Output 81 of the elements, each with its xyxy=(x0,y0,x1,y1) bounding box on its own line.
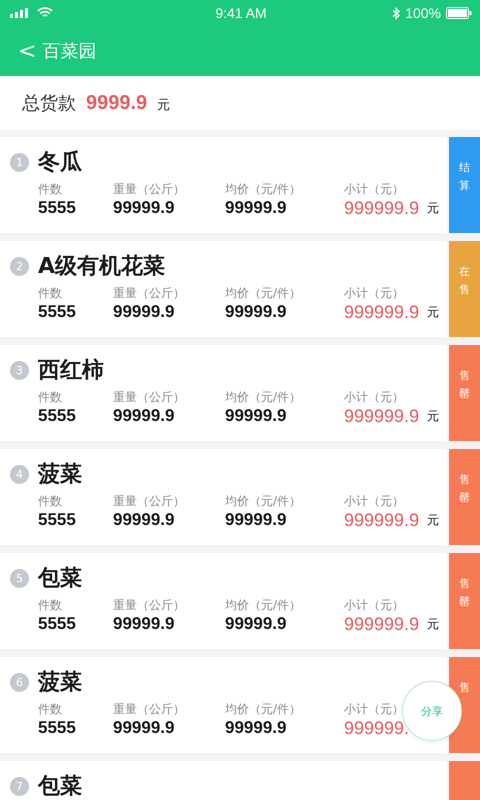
index-badge: 6 xyxy=(10,672,29,692)
weight-value: 99999.9 xyxy=(113,510,176,530)
battery-percent: 100% xyxy=(405,5,441,21)
subtotal-value: 999999.9 xyxy=(344,302,420,323)
index-badge: 4 xyxy=(10,464,29,484)
subtotal-value: 999999.9 xyxy=(344,510,420,531)
item-name: 西红柿 xyxy=(38,357,104,385)
field-label: 均价（元/件） xyxy=(225,285,302,302)
count-value: 5555 xyxy=(38,718,77,738)
index-badge: 3 xyxy=(10,360,29,380)
count-value: 5555 xyxy=(38,510,77,530)
index-badge: 2 xyxy=(10,256,29,276)
item-name: 冬瓜 xyxy=(38,149,82,177)
field-label: 小计（元） xyxy=(344,389,405,406)
field-label: 均价（元/件） xyxy=(225,597,302,614)
field-label: 小计（元） xyxy=(344,493,405,510)
field-label: 件数 xyxy=(38,181,63,198)
battery-icon xyxy=(446,7,472,19)
count-value: 5555 xyxy=(38,198,77,218)
field-label: 重量（公斤） xyxy=(113,285,186,302)
price-value: 99999.9 xyxy=(225,614,288,634)
price-value: 99999.9 xyxy=(225,302,288,322)
field-label: 重量（公斤） xyxy=(113,701,186,718)
field-label: 均价（元/件） xyxy=(225,181,302,198)
status-tab[interactable]: 售罄 xyxy=(449,449,480,545)
item-name: 菠菜 xyxy=(38,461,82,489)
field-label: 均价（元/件） xyxy=(225,389,302,406)
page-title: 百菜园 xyxy=(42,40,96,63)
field-label: 小计（元） xyxy=(344,181,405,198)
price-value: 99999.9 xyxy=(225,406,288,426)
field-label: 件数 xyxy=(38,597,63,614)
unit-label: 元 xyxy=(427,304,440,321)
count-value: 5555 xyxy=(38,302,77,322)
field-label: 均价（元/件） xyxy=(225,493,302,510)
weight-value: 99999.9 xyxy=(113,406,176,426)
field-label: 件数 xyxy=(38,493,63,510)
item-name: 菠菜 xyxy=(38,669,82,697)
total-amount: 9999.9 xyxy=(86,92,148,114)
field-label: 重量（公斤） xyxy=(113,597,186,614)
field-label: 件数 xyxy=(38,701,63,718)
wifi-icon xyxy=(37,7,53,19)
unit-label: 元 xyxy=(427,200,440,217)
subtotal-value: 999999.9 xyxy=(344,406,420,427)
field-label: 重量（公斤） xyxy=(113,389,186,406)
field-label: 小计（元） xyxy=(344,597,405,614)
weight-value: 99999.9 xyxy=(113,198,176,218)
count-value: 5555 xyxy=(38,406,77,426)
total-unit: 元 xyxy=(157,97,170,114)
status-tab[interactable]: 结算 xyxy=(449,137,480,233)
status-tab[interactable]: 售罄 xyxy=(449,345,480,441)
field-label: 重量（公斤） xyxy=(113,181,186,198)
status-time: 9:41 AM xyxy=(215,5,267,21)
weight-value: 99999.9 xyxy=(113,614,176,634)
status-tab[interactable]: 售罄 xyxy=(449,553,480,649)
count-value: 5555 xyxy=(38,614,77,634)
unit-label: 元 xyxy=(427,408,440,425)
index-badge: 1 xyxy=(10,152,29,172)
item-name: A级有机花菜 xyxy=(38,253,166,281)
item-name: 包菜 xyxy=(38,565,82,593)
weight-value: 99999.9 xyxy=(113,718,176,738)
index-badge: 7 xyxy=(10,776,29,796)
status-tab[interactable]: 在售 xyxy=(449,241,480,337)
index-badge: 5 xyxy=(10,568,29,588)
bluetooth-icon xyxy=(392,6,400,20)
field-label: 件数 xyxy=(38,389,63,406)
field-label: 小计（元） xyxy=(344,701,405,718)
field-label: 小计（元） xyxy=(344,285,405,302)
weight-value: 99999.9 xyxy=(113,302,176,322)
unit-label: 元 xyxy=(427,512,440,529)
price-value: 99999.9 xyxy=(225,510,288,530)
back-button[interactable]: < xyxy=(18,38,36,64)
subtotal-value: 999999.9 xyxy=(344,614,420,635)
field-label: 均价（元/件） xyxy=(225,701,302,718)
subtotal-value: 999999.9 xyxy=(344,198,420,219)
unit-label: 元 xyxy=(427,616,440,633)
total-label: 总货款 xyxy=(22,92,76,115)
item-name: 包菜 xyxy=(38,773,82,800)
field-label: 件数 xyxy=(38,285,63,302)
price-value: 99999.9 xyxy=(225,198,288,218)
field-label: 重量（公斤） xyxy=(113,493,186,510)
price-value: 99999.9 xyxy=(225,718,288,738)
